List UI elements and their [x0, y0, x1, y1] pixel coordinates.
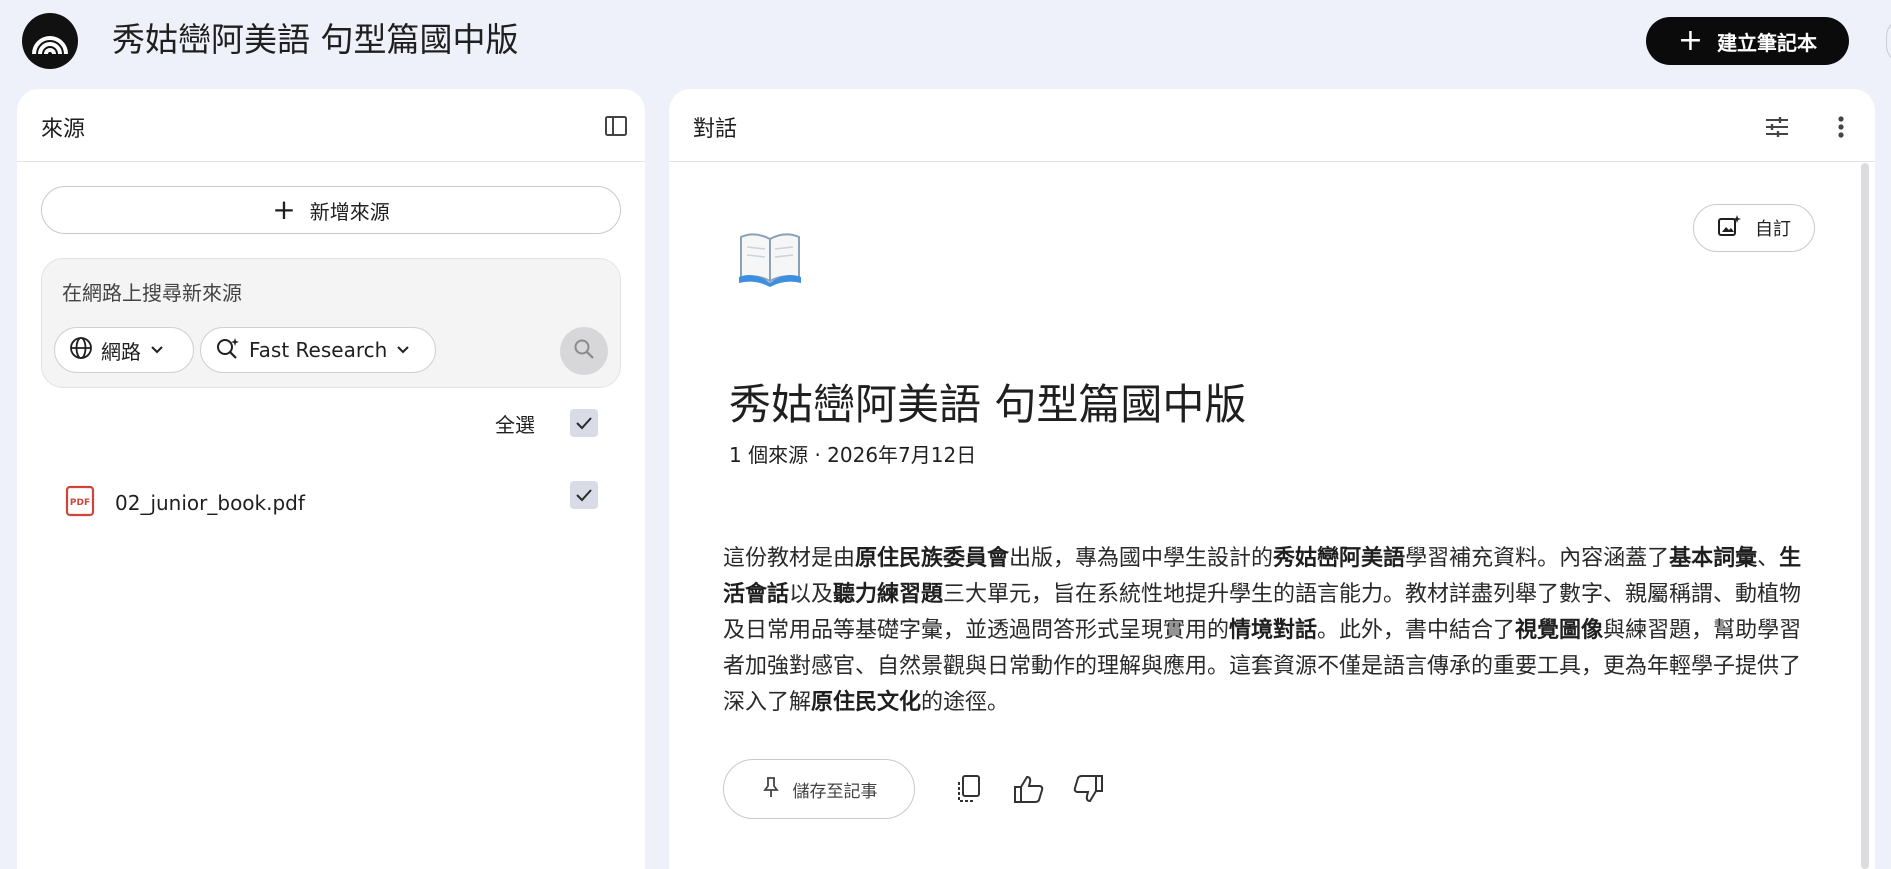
- summary-text: 、: [1757, 546, 1780, 571]
- copy-icon[interactable]: [949, 769, 989, 809]
- source-checkbox[interactable]: [570, 481, 598, 509]
- chat-scrollbar[interactable]: [1861, 163, 1869, 869]
- research-mode-dropdown[interactable]: Fast Research: [200, 327, 436, 373]
- search-submit-button[interactable]: [560, 327, 608, 375]
- notebook-title[interactable]: 秀姑巒阿美語 句型篇國中版: [112, 18, 519, 62]
- add-source-label: 新增來源: [309, 199, 390, 224]
- plus-icon: +: [1677, 23, 1704, 58]
- chat-panel: 對話 自訂 秀姑巒阿美語 句型篇國中版 1 個來源 · 2026年7月12日 這…: [669, 89, 1875, 869]
- add-source-button[interactable]: + 新增來源: [41, 186, 621, 234]
- summary-highlight: 基本詞彙: [1669, 546, 1758, 571]
- image-sparkle-icon: [1717, 214, 1741, 243]
- summary-text: 以及: [789, 582, 834, 607]
- account-button[interactable]: [1886, 17, 1891, 65]
- pin-icon: [761, 776, 781, 803]
- chat-header: 對話: [669, 89, 1875, 162]
- search-icon: [572, 337, 596, 365]
- save-note-label: 儲存至記事: [792, 781, 878, 802]
- summary-text: 的途徑。: [921, 690, 1010, 715]
- save-to-note-button[interactable]: 儲存至記事: [723, 759, 915, 819]
- more-vert-icon[interactable]: [1829, 111, 1853, 143]
- summary-highlight: 聽力練習題: [833, 582, 944, 607]
- chevron-down-icon: [395, 338, 411, 362]
- summary-text: 出版，專為國中學生設計的: [1009, 546, 1274, 571]
- source-item[interactable]: PDF 02_junior_book.pdf: [65, 481, 625, 525]
- research-mode-label: Fast Research: [249, 338, 388, 362]
- open-book-icon: [737, 227, 803, 287]
- customize-label: 自訂: [1755, 219, 1791, 240]
- plus-icon: +: [272, 193, 296, 226]
- tune-icon[interactable]: [1761, 111, 1793, 143]
- sources-panel: 來源 + 新增來源 網路: [17, 89, 645, 869]
- summary-highlight: 情境對話: [1229, 618, 1318, 643]
- summary-highlight: 原住民文化: [811, 690, 922, 715]
- top-bar: 秀姑巒阿美語 句型篇國中版 + 建立筆記本: [0, 0, 1891, 82]
- summary-text: 。此外，書中結合了: [1317, 618, 1516, 643]
- sources-title: 來源: [41, 117, 86, 142]
- chat-title: 對話: [693, 117, 738, 142]
- globe-icon: [69, 336, 93, 365]
- select-all-label: 全選: [495, 413, 535, 437]
- source-type-label: 網路: [101, 339, 141, 364]
- create-notebook-button[interactable]: + 建立筆記本: [1646, 17, 1849, 65]
- pdf-icon: PDF: [65, 485, 95, 521]
- chat-scrollbar-thumb[interactable]: [1861, 163, 1869, 869]
- summary-text: 這份教材是由: [723, 546, 856, 571]
- notebook-summary: 這份教材是由原住民族委員會出版，專為國中學生設計的秀姑巒阿美語學習補充資料。內容…: [723, 541, 1815, 721]
- web-search-input[interactable]: [62, 277, 482, 309]
- source-type-dropdown[interactable]: 網路: [54, 327, 194, 373]
- thumbs-down-icon[interactable]: [1068, 769, 1108, 809]
- summary-text: 學習補充資料。內容涵蓋了: [1405, 546, 1670, 571]
- source-name: 02_junior_book.pdf: [115, 491, 305, 515]
- notebook-meta: 1 個來源 · 2026年7月12日: [729, 443, 977, 467]
- create-notebook-label: 建立筆記本: [1717, 30, 1818, 55]
- thumbs-up-icon[interactable]: [1009, 769, 1049, 809]
- notebook-heading: 秀姑巒阿美語 句型篇國中版: [729, 380, 1247, 429]
- notebook-logo-icon[interactable]: [22, 13, 78, 69]
- sidebar-toggle-icon[interactable]: [601, 111, 631, 141]
- summary-highlight: 原住民族委員會: [855, 546, 1010, 571]
- sparkle-search-icon: [215, 336, 241, 365]
- summary-highlight: 視覺圖像: [1515, 618, 1604, 643]
- sources-header: 來源: [17, 89, 645, 162]
- summary-highlight: 秀姑巒阿美語: [1273, 546, 1406, 571]
- select-all-checkbox[interactable]: [570, 409, 598, 437]
- web-search-box: 網路 Fast Research: [41, 258, 621, 388]
- customize-button[interactable]: 自訂: [1693, 204, 1815, 252]
- chevron-down-icon: [149, 338, 165, 362]
- svg-text:PDF: PDF: [70, 498, 90, 508]
